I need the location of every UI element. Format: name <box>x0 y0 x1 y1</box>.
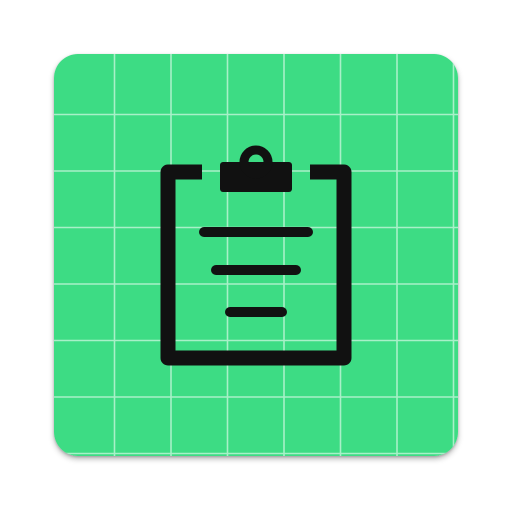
launcher-canvas <box>0 0 512 512</box>
app-icon-graphic <box>54 54 458 456</box>
app-icon-tile[interactable] <box>54 54 458 456</box>
